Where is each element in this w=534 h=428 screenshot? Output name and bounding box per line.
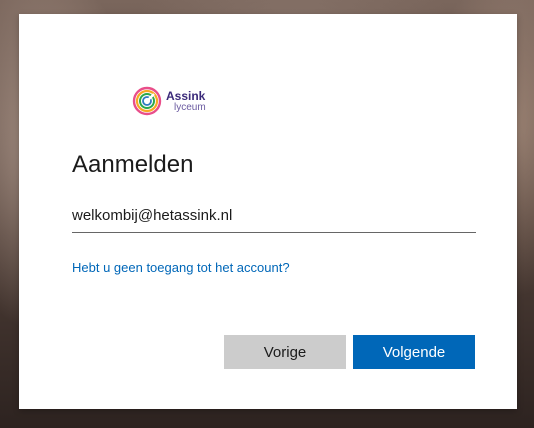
logo-name: Assink <box>166 88 206 103</box>
back-button[interactable]: Vorige <box>224 335 346 369</box>
email-field[interactable] <box>72 200 476 233</box>
organization-logo: Assink lyceum <box>132 81 206 121</box>
assink-logo-icon <box>132 86 162 116</box>
no-access-link[interactable]: Hebt u geen toegang tot het account? <box>72 260 290 275</box>
next-button[interactable]: Volgende <box>353 335 475 369</box>
page-title: Aanmelden <box>72 151 194 178</box>
signin-card: Assink lyceum Aanmelden Hebt u geen toeg… <box>19 14 517 409</box>
logo-subtitle: lyceum <box>174 101 206 113</box>
